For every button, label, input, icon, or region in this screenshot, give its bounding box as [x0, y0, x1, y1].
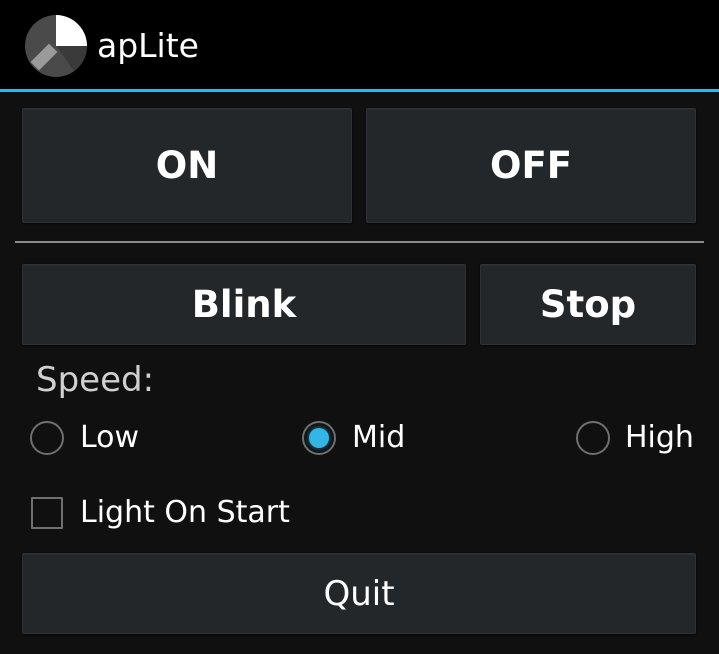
radio-selected-dot: [309, 428, 329, 448]
light-on-start-label[interactable]: Light On Start: [80, 495, 290, 531]
light-on-start-checkbox[interactable]: [31, 497, 63, 529]
speed-mid-label[interactable]: Mid: [352, 420, 405, 456]
divider: [15, 241, 704, 243]
off-button[interactable]: OFF: [366, 108, 696, 223]
blink-button[interactable]: Blink: [22, 264, 466, 345]
action-bar: apLite: [0, 0, 719, 92]
on-button[interactable]: ON: [22, 108, 352, 223]
speed-low-radio[interactable]: [30, 421, 64, 455]
aplite-logo-icon: [25, 15, 87, 77]
speed-mid-radio[interactable]: [302, 421, 336, 455]
quit-button[interactable]: Quit: [22, 553, 696, 634]
speed-label: Speed:: [36, 360, 155, 400]
speed-low-label[interactable]: Low: [80, 420, 139, 456]
speed-high-label[interactable]: High: [625, 420, 694, 456]
stop-button[interactable]: Stop: [480, 264, 696, 345]
speed-high-radio[interactable]: [576, 421, 610, 455]
app-title: apLite: [97, 26, 199, 65]
